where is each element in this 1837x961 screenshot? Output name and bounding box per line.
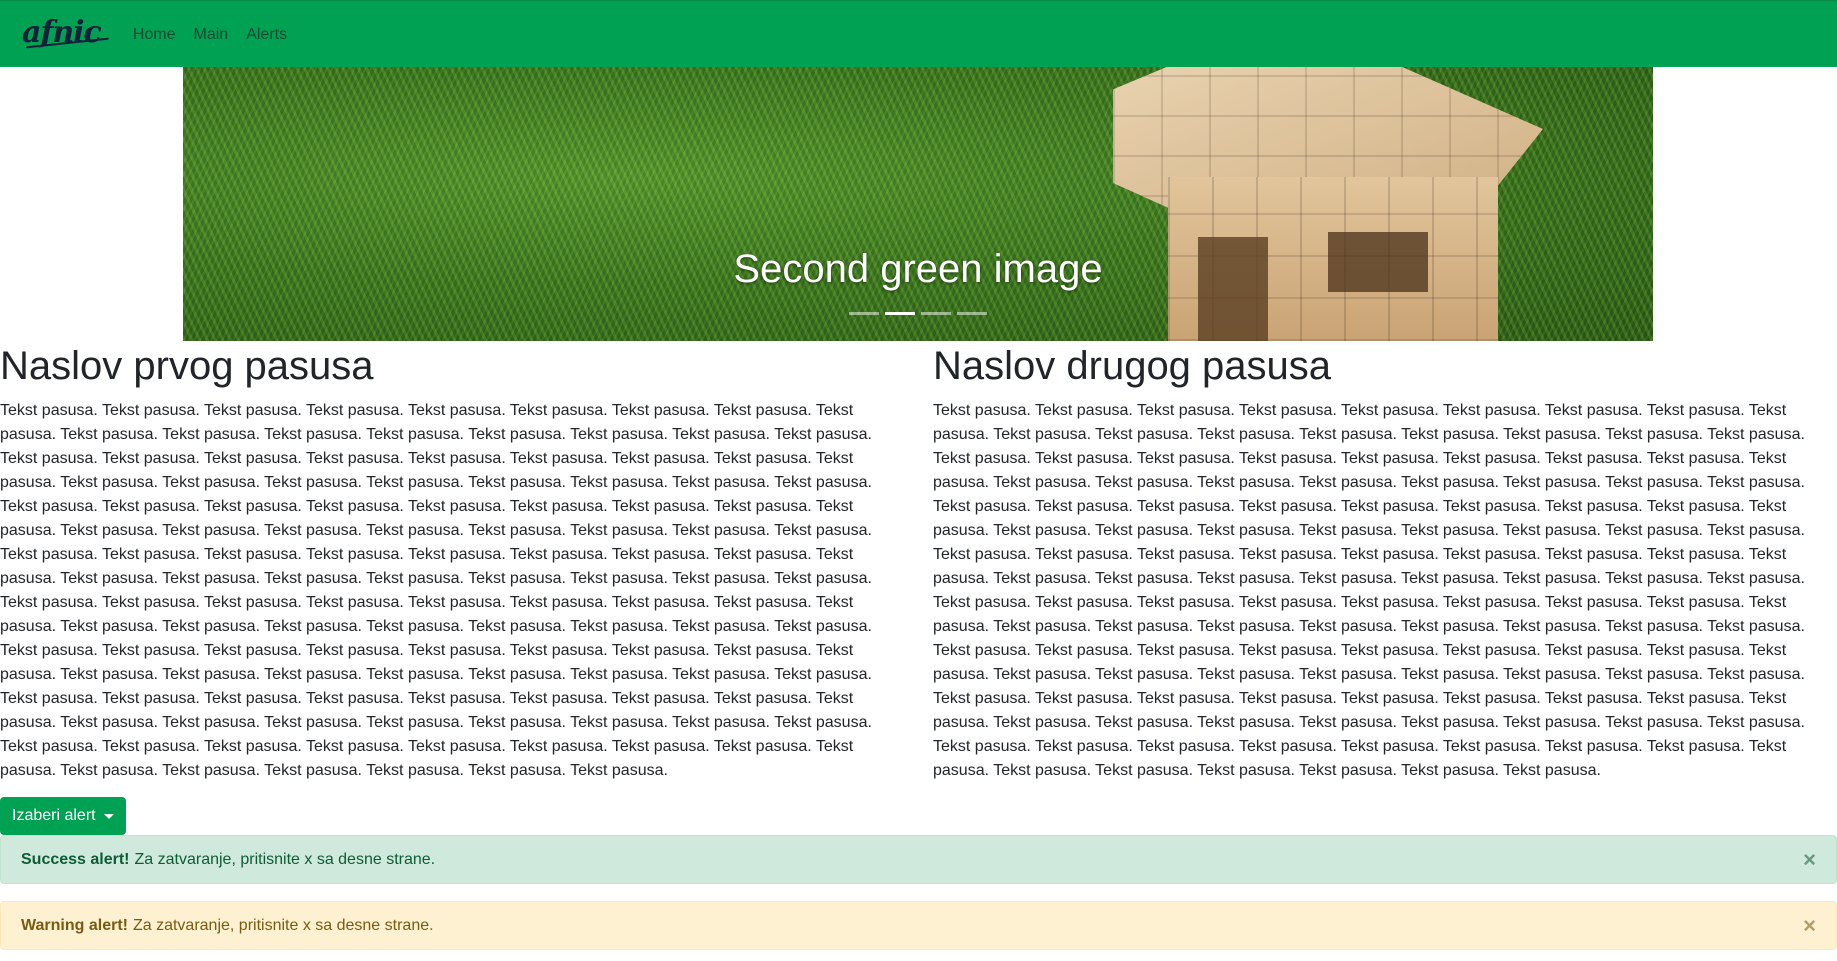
warning-alert-message: Za zatvaranje, pritisnite x sa desne str… [132, 916, 434, 934]
nav-links: Home Main Alerts [131, 1, 296, 68]
nav-link-home[interactable]: Home [131, 1, 185, 68]
nav-link-alerts[interactable]: Alerts [237, 1, 296, 68]
warning-alert: Warning alert! Za zatvaranje, pritisnite… [0, 901, 1837, 950]
dropdown-label: Izaberi alert [12, 807, 96, 824]
close-icon[interactable]: × [1803, 848, 1816, 871]
carousel-caption: Second green image [733, 247, 1103, 291]
article-second-title: Naslov drugog pasusa [933, 344, 1332, 388]
carousel-indicators [183, 312, 1653, 315]
wooden-house-image [1113, 67, 1543, 341]
navbar: afnic Home Main Alerts [0, 0, 1837, 67]
success-alert: Success alert! Za zatvaranje, pritisnite… [0, 835, 1837, 884]
article-second: Naslov drugog pasusa Tekst pasusa. Tekst… [933, 342, 1823, 783]
article-first-text: Tekst pasusa. Tekst pasusa. Tekst pasusa… [0, 402, 872, 779]
warning-alert-strong: Warning alert! [21, 916, 128, 934]
article-second-text: Tekst pasusa. Tekst pasusa. Tekst pasusa… [933, 402, 1805, 779]
brand-logo[interactable]: afnic [22, 15, 109, 50]
article-first: Naslov prvog pasusa Tekst pasusa. Tekst … [0, 342, 890, 783]
carousel-indicator-1[interactable] [849, 312, 879, 315]
article-first-title: Naslov prvog pasusa [0, 344, 374, 388]
carousel-indicator-4[interactable] [957, 312, 987, 315]
caret-down-icon [103, 813, 114, 819]
image-carousel[interactable]: Second green image [183, 67, 1653, 341]
carousel-indicator-2[interactable] [885, 312, 915, 315]
success-alert-strong: Success alert! [21, 850, 130, 868]
success-alert-message: Za zatvaranje, pritisnite x sa desne str… [134, 850, 436, 868]
nav-link-main[interactable]: Main [185, 1, 238, 68]
select-alert-dropdown-button[interactable]: Izaberi alert [0, 797, 126, 835]
close-icon[interactable]: × [1803, 914, 1816, 937]
carousel-indicator-3[interactable] [921, 312, 951, 315]
